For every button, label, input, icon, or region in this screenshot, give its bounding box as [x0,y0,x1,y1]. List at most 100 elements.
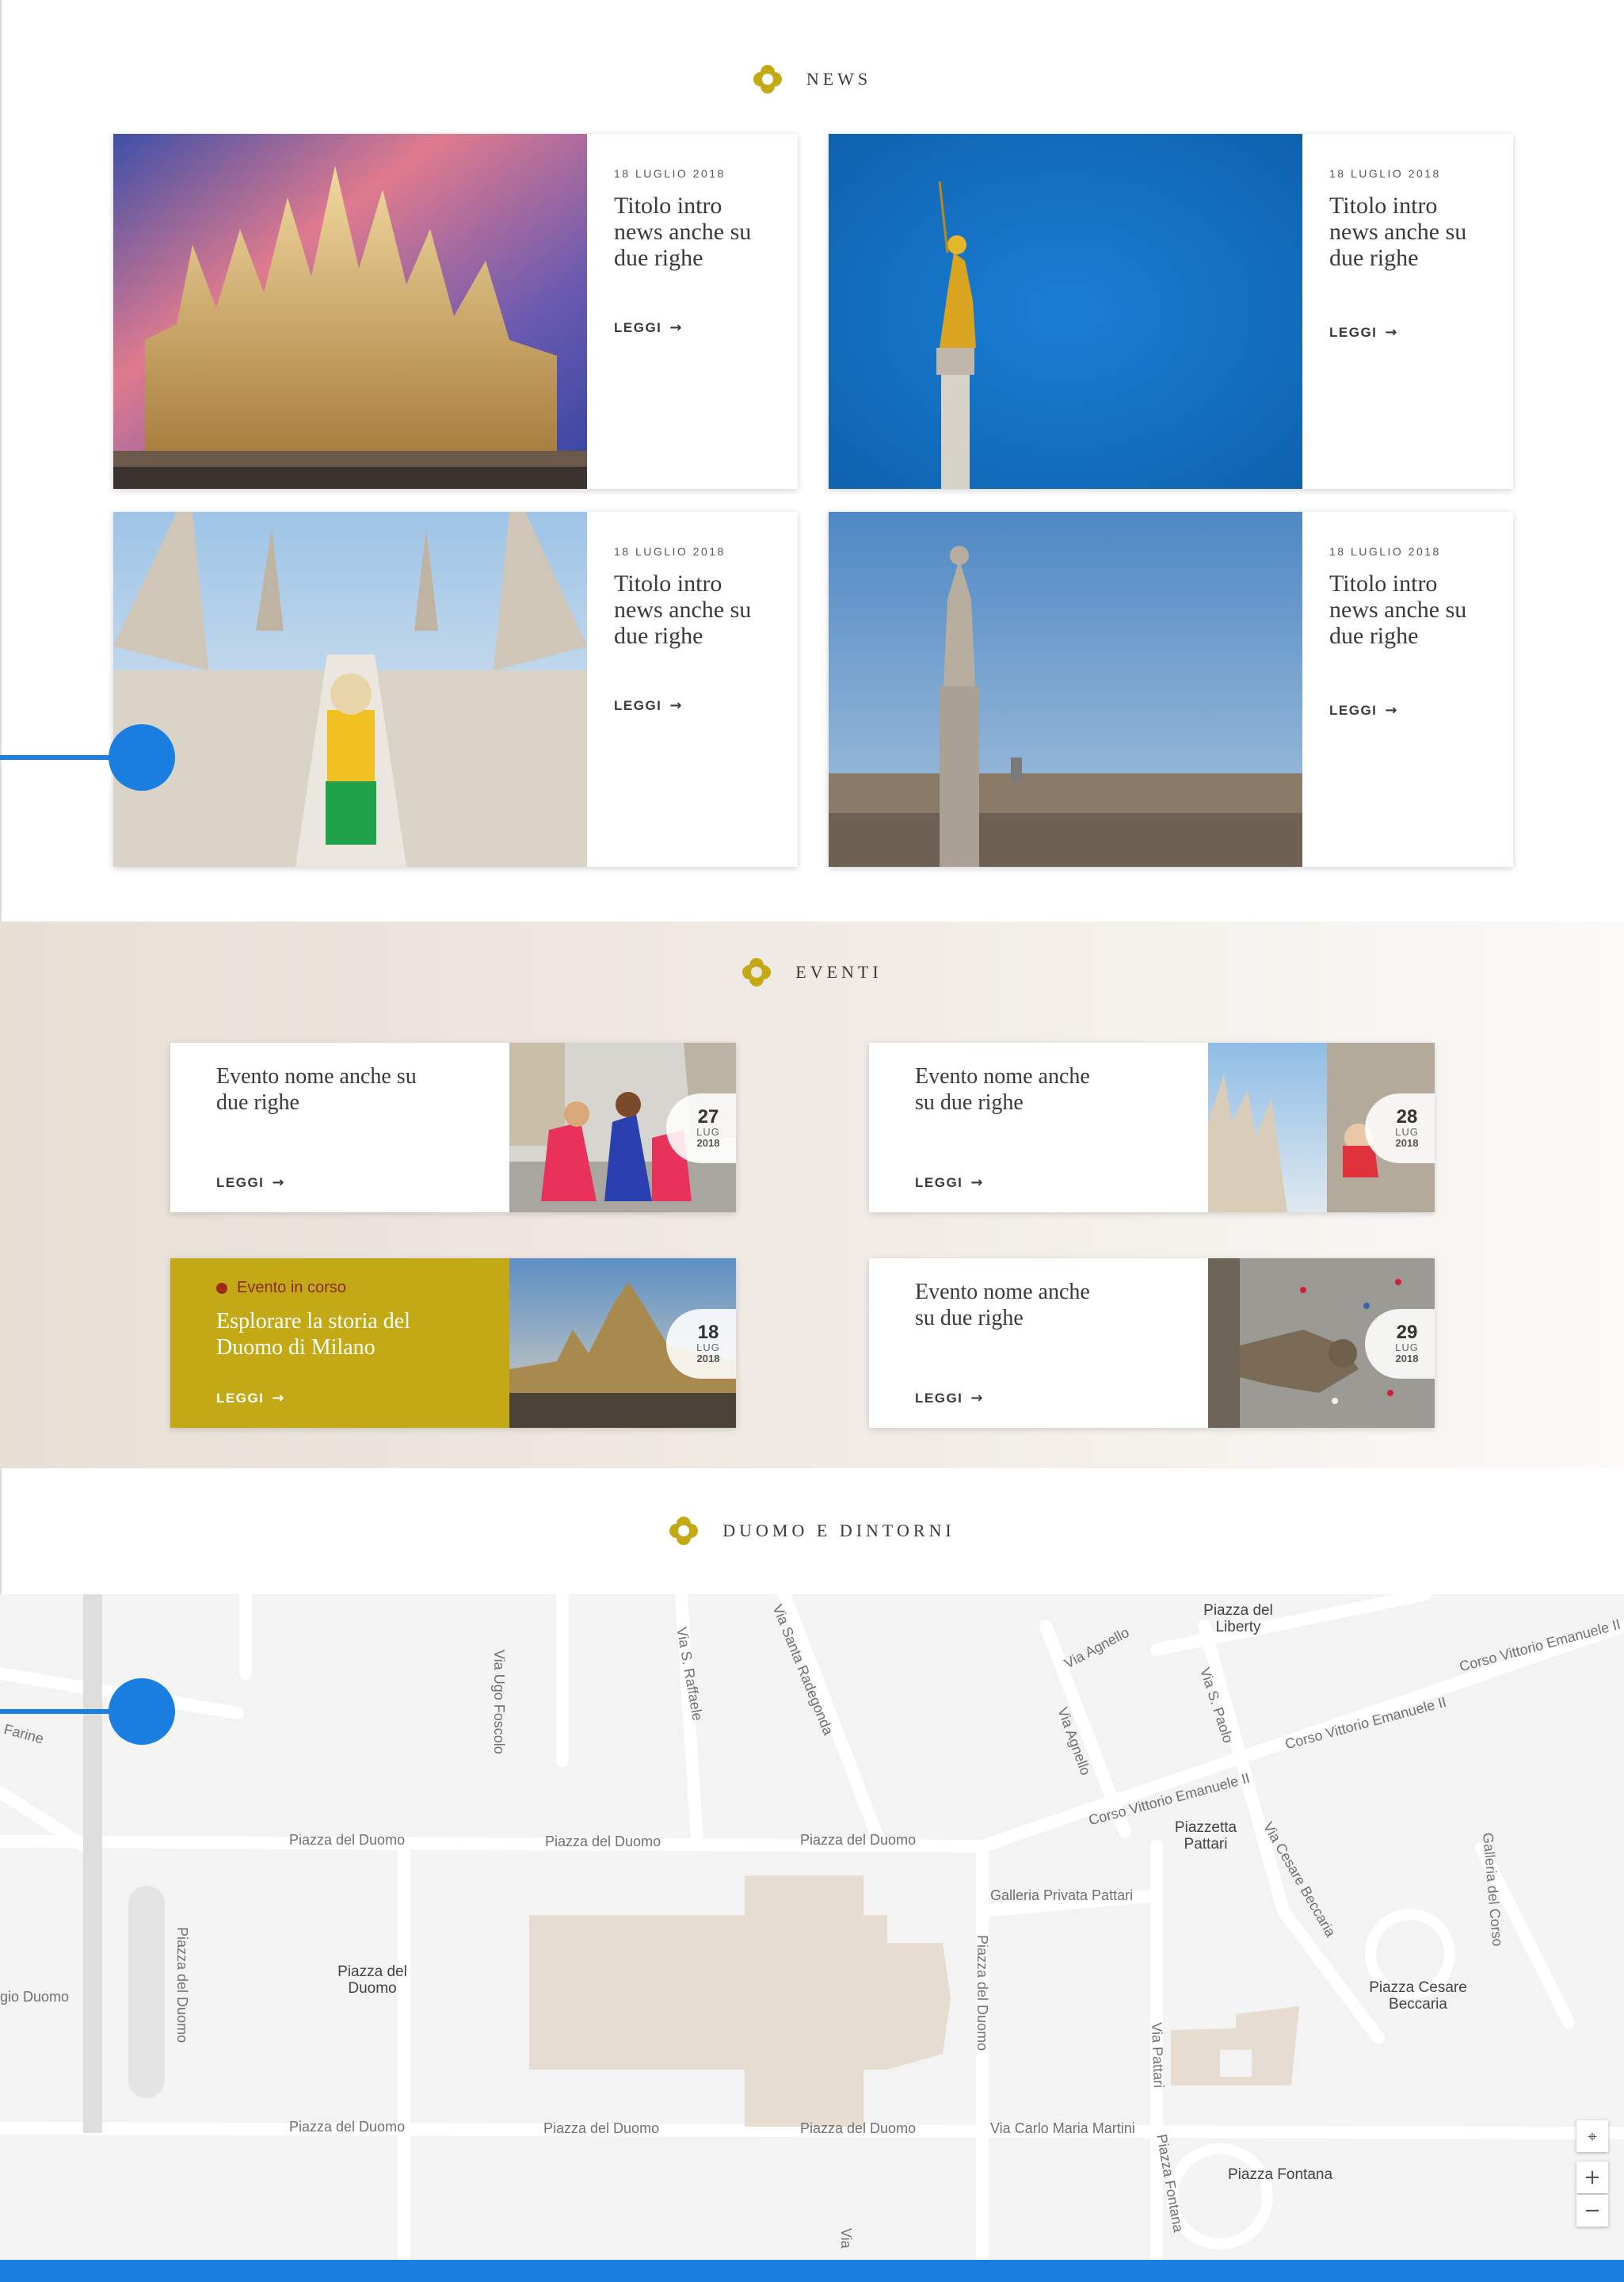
event-title: Esplorare la storia del Duomo di Milano [216,1309,410,1360]
event-card[interactable]: Evento nome anche su due righe LEGGI → 27… [170,1043,736,1212]
news-card[interactable]: 18 LUGLIO 2018 Titolo intro news anche s… [113,134,798,489]
event-card[interactable]: Evento nome anche su due righe LEGGI → 28… [869,1043,1435,1212]
arrow-right-icon: → [970,1390,984,1406]
map-street-label: Via Ugo Foscolo [491,1650,507,1754]
map-street-label: Piazza del Duomo [289,1832,406,1848]
read-more-label: LEGGI [915,1174,963,1190]
news-title: Titolo intro news anche su due righe [614,570,752,649]
badge-year: 2018 [1395,1137,1419,1149]
event-date-badge: 18 LUG 2018 [666,1309,736,1379]
map-street-label: Piazza del Duomo [289,2119,406,2135]
badge-day: 27 [697,1106,719,1128]
map-street-label: Galleria Privata Pattari [990,1887,1134,1903]
badge-month: LUG [696,1341,720,1353]
bottom-bar [0,2260,1624,2282]
news-section-title: NEWS [0,64,1624,94]
news-card-body: 18 LUGLIO 2018 Titolo intro news anche s… [587,512,798,867]
event-title: Evento nome anche su due righe [216,1064,417,1115]
read-more-label: LEGGI [1329,702,1378,718]
map-place-label: Piazza Cesare Beccaria [1369,1979,1467,2013]
event-status: Evento in corso [216,1279,509,1297]
read-more-label: LEGGI [915,1390,963,1406]
news-card[interactable]: 18 LUGLIO 2018 Titolo intro news anche s… [113,512,798,867]
read-more-label: LEGGI [216,1174,265,1190]
badge-year: 2018 [696,1137,720,1149]
read-more-link[interactable]: LEGGI → [216,1174,285,1191]
news-card-body: 18 LUGLIO 2018 Titolo intro news anche s… [587,134,798,489]
event-image-spires: 28 LUG 2018 [1208,1043,1435,1212]
news-image-duomo-sunset [113,134,587,489]
event-date-badge: 29 LUG 2018 [1365,1309,1435,1379]
arrow-right-icon: → [970,1174,984,1191]
badge-month: LUG [1395,1341,1419,1353]
news-card-body: 18 LUGLIO 2018 Titolo intro news anche s… [1302,512,1513,867]
event-card[interactable]: Evento nome anche su due righe LEGGI → 29… [869,1258,1435,1428]
event-date-badge: 27 LUG 2018 [666,1093,736,1163]
map-street-label: Via [838,2228,854,2249]
map[interactable]: Piazza del Duomo Piazza del Duomo Piazza… [0,1594,1624,2260]
news-date: 18 LUGLIO 2018 [614,545,726,558]
badge-year: 2018 [696,1353,720,1364]
read-more-label: LEGGI [614,319,662,335]
news-card[interactable]: 18 LUGLIO 2018 Titolo intro news anche s… [829,134,1513,489]
zoom-in-button[interactable]: + [1576,2162,1608,2193]
news-image-rooftop-girl [113,512,587,867]
read-more-link[interactable]: LEGGI → [216,1390,285,1406]
read-more-label: LEGGI [216,1390,265,1406]
badge-day: 29 [1396,1322,1418,1343]
map-title-label: DUOMO E DINTORNI [722,1521,955,1540]
read-more-link[interactable]: LEGGI → [1329,702,1398,719]
news-date: 18 LUGLIO 2018 [614,167,726,180]
zoom-out-button[interactable]: − [1576,2195,1608,2227]
event-card-body: Evento nome anche su due righe LEGGI → [170,1043,509,1212]
quatrefoil-icon [753,64,783,94]
read-more-link[interactable]: LEGGI → [915,1390,984,1406]
badge-month: LUG [696,1126,720,1138]
connector-dot [109,724,175,791]
map-place-label: Piazza Fontana [1228,2166,1333,2183]
news-card-body: 18 LUGLIO 2018 Titolo intro news anche s… [1302,134,1513,489]
arrow-right-icon: → [669,697,683,714]
status-dot-icon [216,1282,227,1294]
event-image-girls: 27 LUG 2018 [509,1043,736,1212]
badge-month: LUG [1395,1126,1419,1138]
news-card[interactable]: 18 LUGLIO 2018 Titolo intro news anche s… [829,512,1513,867]
map-street-label: Piazza del Duomo [800,1832,917,1848]
map-place-label: Piazza del Duomo [337,1963,407,1997]
arrow-right-icon: → [669,319,683,336]
event-card-body: Evento nome anche su due righe LEGGI → [869,1258,1208,1428]
connector-line [0,755,111,760]
news-image-madonnina [829,134,1302,489]
event-card-body: Evento nome anche su due righe LEGGI → [869,1043,1208,1212]
map-street-label: Piazza del Duomo [543,2120,660,2136]
badge-day: 28 [1396,1106,1418,1128]
event-image-duomo-aerial: 18 LUG 2018 [509,1258,736,1428]
arrow-right-icon: → [1385,702,1398,719]
event-date-badge: 28 LUG 2018 [1365,1093,1435,1163]
event-card-featured[interactable]: Evento in corso Esplorare la storia del … [170,1258,736,1428]
read-more-link[interactable]: LEGGI → [915,1174,984,1191]
map-street-label: Via Carlo Maria Martini [990,2120,1135,2136]
read-more-link[interactable]: LEGGI → [1329,324,1398,341]
event-title: Evento nome anche su due righe [915,1280,1090,1330]
badge-year: 2018 [1395,1353,1419,1364]
arrow-right-icon: → [1385,324,1398,341]
events-title-label: EVENTI [795,962,883,982]
arrow-right-icon: → [272,1390,285,1406]
map-street-label: gio Duomo [0,1989,70,2005]
map-street-label: Piazza del Duomo [174,1927,190,2043]
map-place-label: Piazzetta Pattari [1174,1819,1237,1853]
event-title: Evento nome anche su due righe [915,1064,1090,1115]
read-more-link[interactable]: LEGGI → [614,319,683,336]
event-image-gargoyle: 29 LUG 2018 [1208,1258,1435,1428]
quatrefoil-icon [669,1516,699,1546]
event-card-body: Evento in corso Esplorare la storia del … [170,1258,509,1428]
locate-icon[interactable]: ⌖ [1576,2120,1608,2152]
news-title: Titolo intro news anche su due righe [1329,193,1467,271]
read-more-link[interactable]: LEGGI → [614,697,683,714]
map-section-title: DUOMO E DINTORNI [0,1516,1624,1546]
events-section-title: EVENTI [0,957,1624,987]
event-status-label: Evento in corso [237,1279,346,1296]
quatrefoil-icon [741,957,772,987]
news-title: Titolo intro news anche su due righe [1329,570,1467,649]
